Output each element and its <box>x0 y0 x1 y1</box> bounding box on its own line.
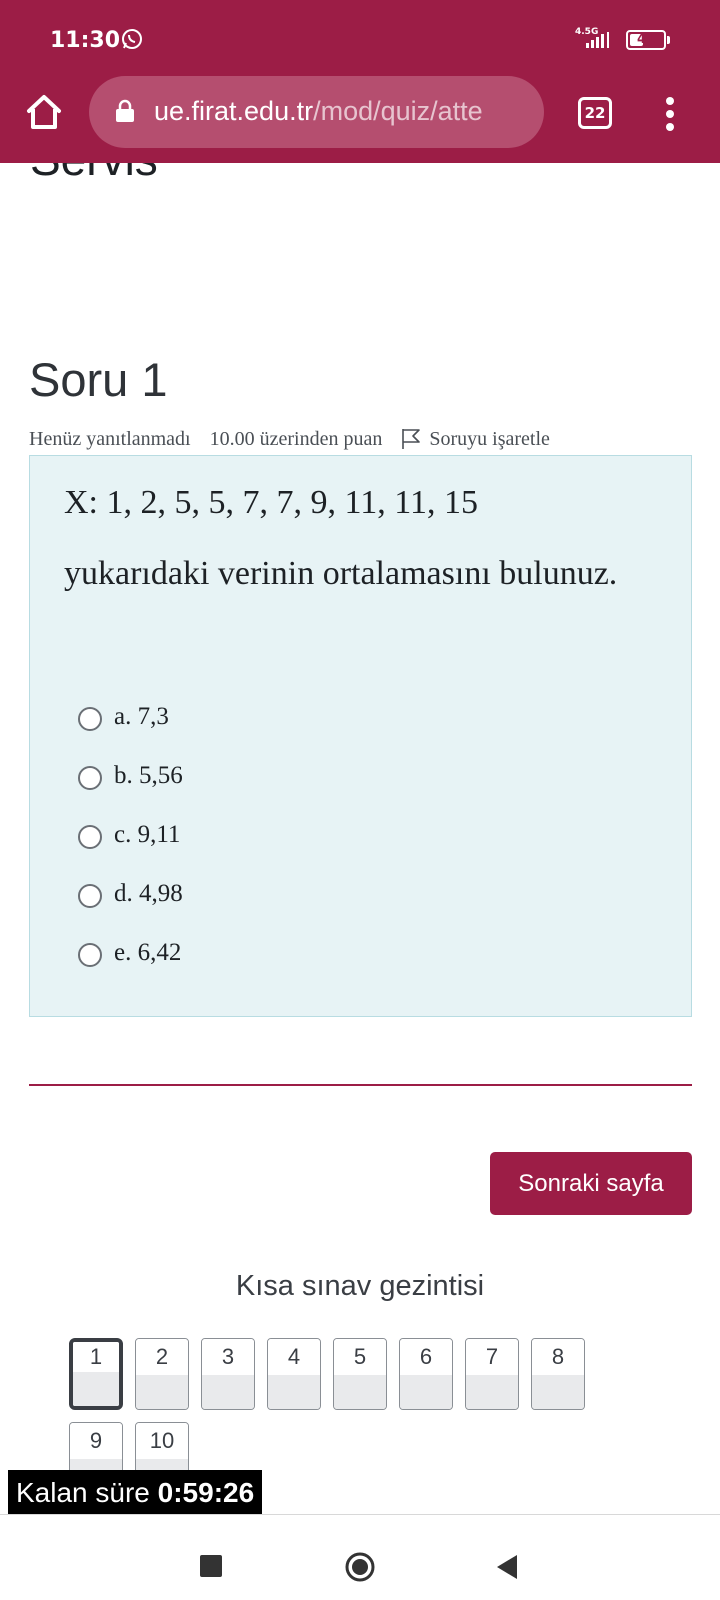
question-grade: 10.00 üzerinden puan <box>209 428 383 450</box>
radio-button[interactable] <box>78 884 102 908</box>
quiz-nav-number: 5 <box>334 1339 386 1375</box>
quiz-nav-button-2[interactable]: 2 <box>135 1338 189 1410</box>
quiz-nav-button-1[interactable]: 1 <box>69 1338 123 1410</box>
radio-button[interactable] <box>78 707 102 731</box>
answer-label: e. 6,42 <box>114 939 182 966</box>
quiz-nav-state <box>400 1375 452 1409</box>
battery-tip <box>667 36 670 44</box>
radio-button[interactable] <box>78 825 102 849</box>
recent-apps-icon[interactable] <box>200 1555 222 1577</box>
time-remaining: Kalan süre 0:59:26 <box>8 1470 263 1516</box>
next-page-button[interactable]: Sonraki sayfa <box>490 1152 692 1215</box>
radio-button[interactable] <box>78 766 102 790</box>
answer-label: d. 4,98 <box>114 880 183 907</box>
answer-label: b. 5,56 <box>114 762 183 789</box>
quiz-nav-button-6[interactable]: 6 <box>399 1338 453 1410</box>
quiz-navigation-title: Kısa sınav gezintisi <box>235 1270 485 1302</box>
quiz-nav-number: 2 <box>136 1339 188 1375</box>
quiz-nav-number: 3 <box>202 1339 254 1375</box>
flag-question-label: Soruyu işaretle <box>429 428 550 450</box>
quiz-nav-number: 6 <box>400 1339 452 1375</box>
battery-level: 41 <box>636 32 656 47</box>
url-host: ue.firat.edu.tr <box>154 96 314 126</box>
question-info: Henüz yanıtlanmadı 10.00 üzerinden puan … <box>29 428 550 451</box>
quiz-nav-state <box>466 1375 518 1409</box>
question-state: Henüz yanıtlanmadı <box>29 428 191 450</box>
back-triangle-icon[interactable] <box>495 1553 519 1581</box>
home-icon[interactable] <box>24 92 64 132</box>
timer-value: 0:59:26 <box>157 1477 255 1508</box>
address-bar[interactable]: ue.firat.edu.tr/mod/quiz/atte <box>89 76 544 148</box>
timer-label: Kalan süre <box>16 1477 150 1508</box>
quiz-nav-state <box>334 1375 386 1409</box>
quiz-nav-button-8[interactable]: 8 <box>531 1338 585 1410</box>
radio-button[interactable] <box>78 943 102 967</box>
quiz-nav-number: 8 <box>532 1339 584 1375</box>
quiz-nav-number: 9 <box>70 1423 122 1459</box>
quiz-nav-button-4[interactable]: 4 <box>267 1338 321 1410</box>
whatsapp-icon <box>122 29 142 49</box>
url-path: /mod/quiz/atte <box>313 96 483 126</box>
quiz-nav-state <box>532 1375 584 1409</box>
quiz-nav-button-3[interactable]: 3 <box>201 1338 255 1410</box>
question-number: Soru 1 <box>29 353 168 406</box>
quiz-nav-button-7[interactable]: 7 <box>465 1338 519 1410</box>
system-navigation-bar <box>0 1514 720 1600</box>
battery-icon: 41 <box>626 30 666 50</box>
question-box: X: 1, 2, 5, 5, 7, 7, 9, 11, 11, 15 yukar… <box>29 455 692 1017</box>
quiz-nav-state <box>136 1375 188 1409</box>
question-data-line: X: 1, 2, 5, 5, 7, 7, 9, 11, 11, 15 <box>64 484 478 521</box>
url-text: ue.firat.edu.tr/mod/quiz/atte <box>154 96 483 127</box>
signal-icon <box>586 32 609 48</box>
tab-switcher-button[interactable]: 22 <box>578 97 612 129</box>
home-circle-icon[interactable] <box>344 1551 376 1583</box>
status-time: 11:30 <box>50 28 121 53</box>
flag-icon <box>402 429 421 449</box>
quiz-nav-number: 7 <box>466 1339 518 1375</box>
answer-label: a. 7,3 <box>114 703 169 730</box>
quiz-nav-state <box>73 1372 119 1406</box>
divider <box>29 1084 692 1086</box>
browser-chrome: 11:30 4.5G 41 ue.firat.edu.tr/mod/quiz/a… <box>0 0 720 163</box>
quiz-nav-number: 1 <box>73 1342 119 1372</box>
quiz-nav-button-5[interactable]: 5 <box>333 1338 387 1410</box>
answer-label: c. 9,11 <box>114 821 181 848</box>
lock-icon <box>116 99 134 122</box>
flag-question-link[interactable]: Soruyu işaretle <box>401 428 550 451</box>
quiz-nav-state <box>202 1375 254 1409</box>
more-options-icon[interactable] <box>655 94 685 134</box>
quiz-nav-state <box>268 1375 320 1409</box>
quiz-nav-number: 4 <box>268 1339 320 1375</box>
quiz-nav-number: 10 <box>136 1423 188 1459</box>
question-prompt: yukarıdaki verinin ortalamasını bulunuz. <box>64 555 618 592</box>
